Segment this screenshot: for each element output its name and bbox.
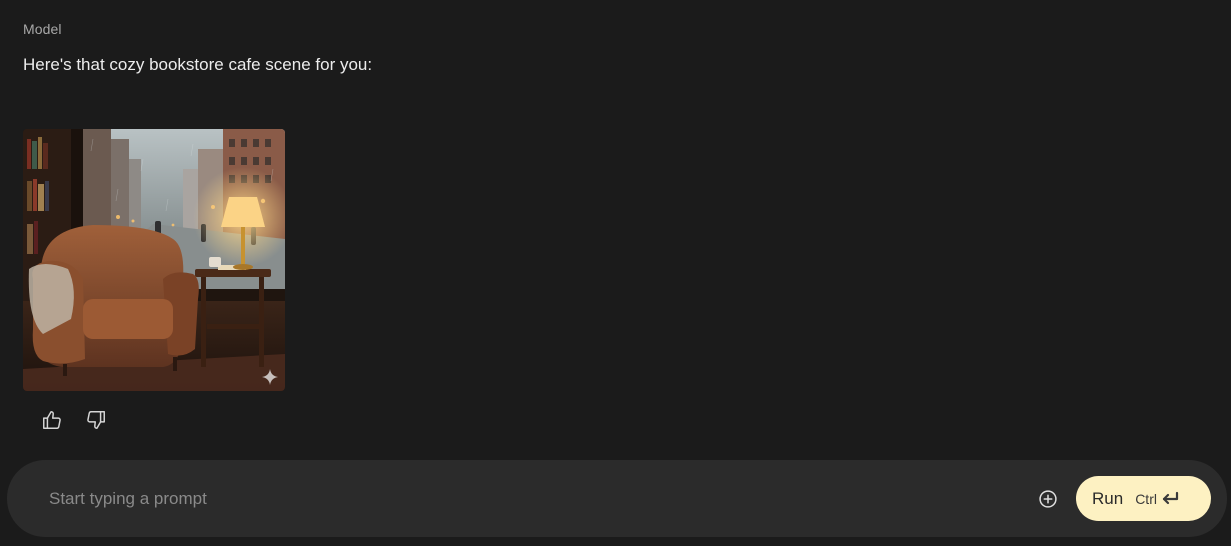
- thumbs-down-icon: [87, 411, 105, 429]
- generated-image[interactable]: [23, 129, 285, 391]
- shortcut-ctrl-label: Ctrl: [1135, 490, 1157, 507]
- thumbs-up-button[interactable]: [36, 404, 68, 436]
- enter-icon: [1162, 491, 1179, 504]
- run-button[interactable]: Run Ctrl: [1076, 476, 1211, 521]
- run-shortcut-hint: Ctrl: [1135, 491, 1180, 507]
- model-response-text: Here's that cozy bookstore cafe scene fo…: [23, 55, 373, 74]
- thumbs-down-button[interactable]: [80, 404, 112, 436]
- add-media-button[interactable]: [1035, 486, 1061, 512]
- thumbs-up-icon: [43, 411, 61, 429]
- prompt-input[interactable]: [47, 486, 951, 512]
- message-role-label: Model: [23, 21, 62, 37]
- prompt-bar: Run Ctrl: [7, 460, 1227, 537]
- plus-circle-icon: [1039, 490, 1057, 508]
- feedback-row: [36, 404, 112, 436]
- run-button-label: Run: [1092, 488, 1124, 508]
